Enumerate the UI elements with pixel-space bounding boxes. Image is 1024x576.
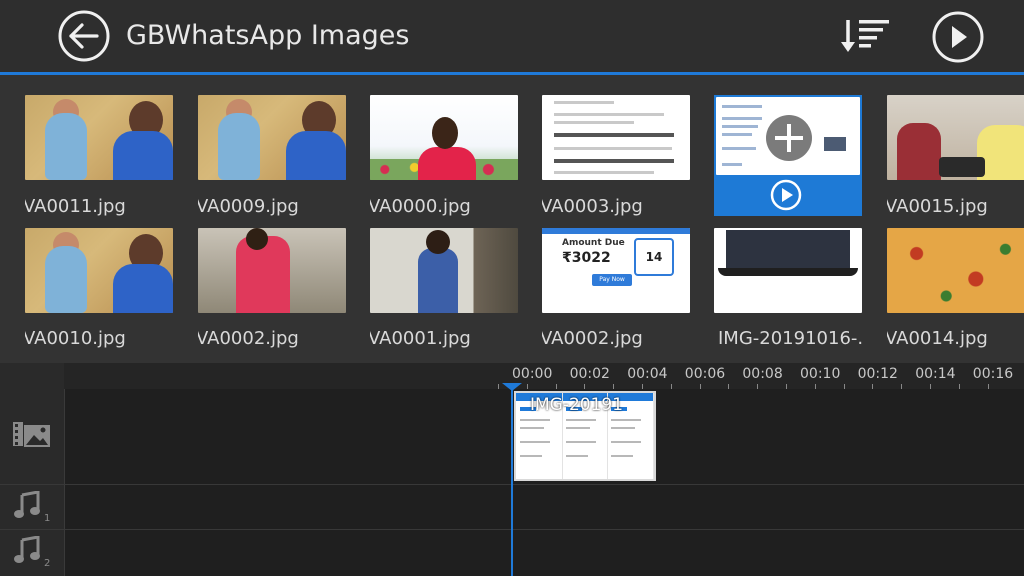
ruler-tick bbox=[786, 384, 787, 389]
thumbnail bbox=[542, 95, 690, 180]
media-item-label: VA0011.jpg bbox=[25, 196, 126, 217]
media-item-selected[interactable] bbox=[714, 95, 862, 216]
svg-text:2: 2 bbox=[44, 558, 50, 568]
media-item-label: VA0002.jpg bbox=[198, 328, 299, 349]
ruler-tick bbox=[498, 384, 499, 389]
music-track-2-icon[interactable]: 2 bbox=[14, 535, 54, 572]
thumbnail bbox=[198, 228, 346, 313]
ruler-tick-label: 00:16 bbox=[972, 366, 1014, 382]
ruler-tick bbox=[642, 384, 643, 389]
media-item-label: VA0003.jpg bbox=[542, 196, 643, 217]
preview-play-button[interactable] bbox=[930, 10, 986, 64]
sort-icon bbox=[841, 20, 889, 52]
play-icon bbox=[770, 179, 802, 211]
ruler-tick bbox=[757, 384, 759, 389]
ruler-tick-label: 00:04 bbox=[627, 366, 668, 382]
ruler-tick-label: 00:12 bbox=[857, 366, 898, 382]
ruler-tick bbox=[872, 384, 874, 389]
playhead-handle[interactable] bbox=[502, 383, 522, 391]
media-item-label: IMG-20191016-.. bbox=[718, 328, 862, 349]
media-grid: VA0011.jpg VA0009.jpg VA0000.jpg VA0003.… bbox=[0, 75, 1024, 363]
play-icon bbox=[932, 11, 984, 63]
media-item-label: VA0000.jpg bbox=[370, 196, 471, 217]
amount-due-text: Amount Due bbox=[562, 238, 625, 248]
playhead[interactable] bbox=[511, 385, 513, 576]
timeline-ruler[interactable]: 00:00 00:02 00:04 00:06 00:08 00:10 00:12 00:14… bbox=[64, 363, 1024, 389]
media-item-label: VA0001.jpg bbox=[370, 328, 471, 349]
ruler-tick bbox=[728, 384, 730, 389]
ruler-tick bbox=[699, 384, 701, 389]
add-to-timeline-button[interactable] bbox=[766, 115, 812, 161]
thumbnail bbox=[887, 95, 1024, 180]
preview-item-button[interactable] bbox=[770, 179, 802, 211]
thumbnail bbox=[198, 95, 346, 180]
music-track-1-icon[interactable]: 1 bbox=[14, 490, 54, 527]
ruler-tick-label: 00:02 bbox=[569, 366, 610, 382]
ruler-tick bbox=[526, 384, 528, 389]
thumbnail bbox=[716, 97, 860, 175]
clip-label: IMG-20191 bbox=[530, 395, 624, 415]
thumbnail: Amount Due ₹3022 14 Pay Now bbox=[542, 228, 690, 313]
thumbnail bbox=[370, 95, 518, 180]
ruler-tick bbox=[843, 384, 845, 389]
thumbnail bbox=[25, 95, 173, 180]
track-header-column: 1 2 bbox=[0, 363, 65, 576]
media-item-label: VA0010.jpg bbox=[25, 328, 126, 349]
ruler-tick-label: 00:06 bbox=[684, 366, 726, 382]
ruler-tick bbox=[670, 384, 672, 389]
ruler-tick-label: 00:14 bbox=[915, 366, 956, 382]
calendar-day: 14 bbox=[634, 238, 674, 276]
thumbnail bbox=[714, 228, 862, 313]
media-item-label: VA0002.jpg bbox=[542, 328, 643, 349]
ruler-tick-label: 00:10 bbox=[800, 366, 841, 382]
ruler-tick-label: 00:00 bbox=[512, 366, 553, 382]
app-header: GBWhatsApp Images bbox=[0, 0, 1024, 72]
page-title: GBWhatsApp Images bbox=[126, 20, 410, 51]
thumbnail bbox=[25, 228, 173, 313]
ruler-tick bbox=[958, 384, 960, 389]
ruler-tick bbox=[987, 384, 989, 389]
back-arrow-icon bbox=[58, 10, 110, 62]
ruler-tick bbox=[555, 384, 557, 389]
video-image-track-icon[interactable] bbox=[12, 419, 52, 453]
ruler-tick bbox=[901, 384, 903, 389]
thumbnail bbox=[370, 228, 518, 313]
ruler-tick bbox=[814, 384, 816, 389]
media-item-label: VA0014.jpg bbox=[887, 328, 988, 349]
svg-text:1: 1 bbox=[44, 513, 50, 523]
sort-button[interactable] bbox=[838, 14, 894, 58]
timeline-clip[interactable]: IMG-20191 bbox=[514, 391, 656, 481]
ruler-tick bbox=[584, 384, 586, 389]
pay-now-text: Pay Now bbox=[592, 274, 632, 286]
ruler-tick bbox=[930, 384, 931, 389]
amount-value: ₹3022 bbox=[562, 250, 611, 266]
media-item-label: VA0009.jpg bbox=[198, 196, 299, 217]
ruler-tick bbox=[613, 384, 615, 389]
timeline-panel: 1 2 00:00 00:02 00:04 00:06 00:08 00:10 00:12 0… bbox=[0, 363, 1024, 576]
back-button[interactable] bbox=[58, 10, 110, 62]
thumbnail bbox=[887, 228, 1024, 313]
media-item-label: VA0015.jpg bbox=[887, 196, 988, 217]
ruler-tick-label: 00:08 bbox=[742, 366, 783, 382]
